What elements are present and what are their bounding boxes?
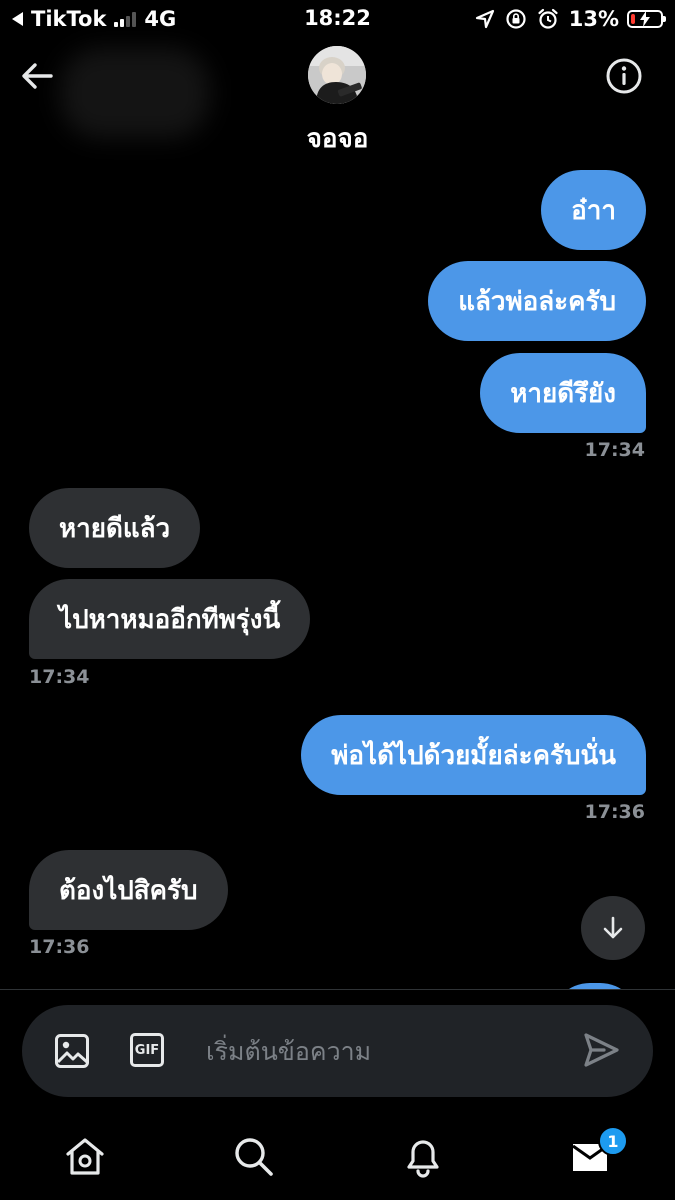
avatar-image: [308, 46, 366, 104]
status-right: 13%: [475, 6, 666, 32]
scroll-to-bottom-button[interactable]: [581, 896, 645, 960]
send-icon: [584, 1033, 619, 1067]
divider: [0, 989, 675, 990]
message-input[interactable]: [206, 1025, 566, 1077]
charging-bolt-icon: [640, 11, 650, 27]
home-icon: [66, 1138, 104, 1175]
info-button[interactable]: [604, 56, 644, 96]
message-composer: GIF: [22, 1005, 653, 1097]
message-bubble-sent[interactable]: หายดีรึยัง: [480, 353, 646, 433]
search-icon: [235, 1138, 273, 1176]
message-bubble-sent[interactable]: พ่อได้ไปด้วยมั้ยล่ะครับนั่น: [301, 715, 646, 795]
message-text: อ๋าา: [571, 195, 616, 226]
send-button[interactable]: [582, 1031, 620, 1073]
image-icon: [55, 1034, 89, 1068]
battery-charging-icon: [627, 10, 666, 28]
message-text: หายดีรึยัง: [510, 378, 616, 409]
avatar[interactable]: [308, 46, 366, 104]
message-bubble-sent[interactable]: แล้วพ่อล่ะครับ: [428, 261, 646, 341]
nav-home[interactable]: [63, 1134, 107, 1178]
message-timestamp: 17:34: [29, 666, 90, 688]
message-bubble-received[interactable]: ไปหาหมออีกทีพรุ่งนี้: [29, 579, 311, 659]
nav-search[interactable]: [231, 1134, 275, 1178]
info-icon: [606, 58, 642, 94]
message-timestamp: 17:36: [29, 936, 90, 958]
message-list[interactable]: อ๋าา แล้วพ่อล่ะครับ หายดีรึยัง 17:34 หาย…: [0, 163, 675, 990]
message-text: ต้องไปสิครับ: [59, 875, 198, 906]
battery-level: [631, 14, 635, 24]
message-bubble-sent[interactable]: อ๋าา: [541, 170, 646, 250]
message-text: แล้วพ่อล่ะครับ: [458, 286, 616, 317]
battery-percent: 13%: [568, 7, 619, 31]
message-timestamp: 17:34: [584, 439, 645, 461]
arrow-down-icon: [603, 916, 623, 939]
back-button[interactable]: [18, 56, 58, 96]
message-text: พ่อได้ไปด้วยมั้ยล่ะครับนั่น: [331, 740, 616, 771]
contact-name[interactable]: จอจอ: [0, 118, 675, 159]
message-bubble-received[interactable]: ต้องไปสิครับ: [29, 850, 228, 930]
rotation-lock-icon: [506, 9, 526, 29]
bottom-nav: 1: [0, 1110, 675, 1200]
alarm-icon: [538, 8, 558, 29]
message-timestamp: 17:36: [584, 801, 645, 823]
message-text: ไปหาหมออีกทีพรุ่งนี้: [59, 604, 281, 635]
nav-notifications[interactable]: [401, 1134, 445, 1178]
image-button[interactable]: [54, 1033, 90, 1073]
gif-icon[interactable]: GIF: [130, 1033, 164, 1067]
location-icon: [475, 9, 494, 29]
back-arrow-icon: [22, 63, 53, 89]
notifications-icon: [407, 1140, 439, 1178]
status-bar: TikTok 4G 18:22 13%: [0, 0, 675, 38]
message-bubble-received[interactable]: หายดีแล้ว: [29, 488, 201, 568]
conversation-header: จอจอ: [0, 38, 675, 163]
messages-badge: 1: [598, 1126, 628, 1156]
message-text: หายดีแล้ว: [59, 513, 171, 544]
